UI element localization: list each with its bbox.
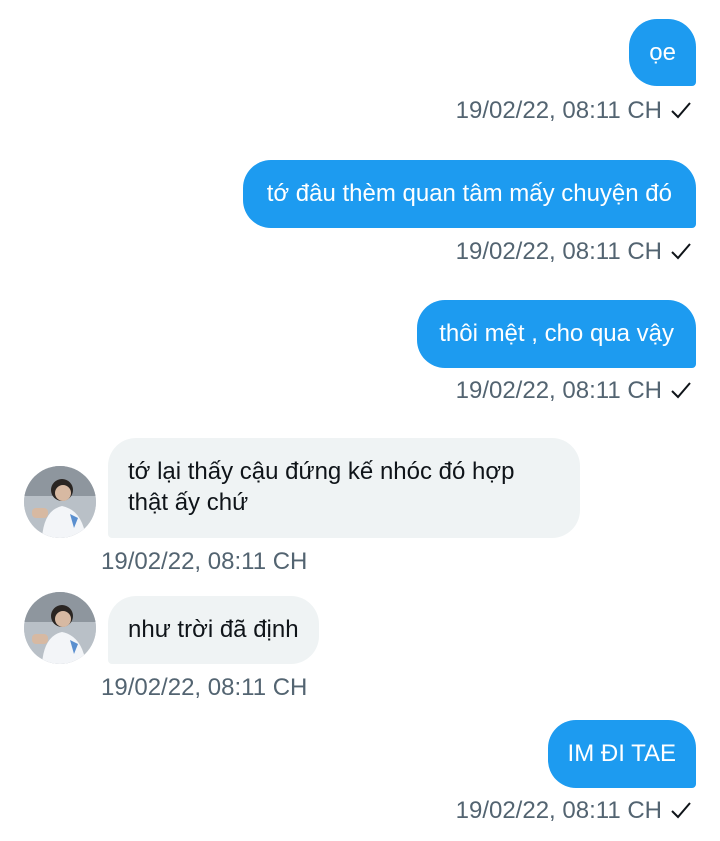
message-text: như trời đã định <box>128 616 299 643</box>
message-text: IM ĐI TAE <box>567 740 676 767</box>
message-timestamp: 19/02/22, 08:11 CH <box>455 377 662 404</box>
outgoing-message-bubble[interactable]: thôi mệt , cho qua vậy <box>417 300 696 368</box>
message-meta: 19/02/22, 08:11 CH <box>101 673 307 703</box>
check-icon <box>671 382 691 399</box>
outgoing-message-bubble[interactable]: ọe <box>629 19 696 86</box>
message-timestamp: 19/02/22, 08:11 CH <box>455 97 662 124</box>
check-icon <box>671 243 691 260</box>
message-timestamp: 19/02/22, 08:11 CH <box>101 548 308 575</box>
incoming-message-bubble[interactable]: như trời đã định <box>108 596 319 664</box>
incoming-message-bubble[interactable]: tớ lại thấy cậu đứng kế nhóc đó hợp thật… <box>108 438 580 538</box>
check-icon <box>671 102 691 119</box>
message-meta: 19/02/22, 08:11 CH <box>456 96 692 126</box>
message-text: ọe <box>649 39 676 66</box>
message-meta: 19/02/22, 08:11 CH <box>456 376 692 406</box>
message-timestamp: 19/02/22, 08:11 CH <box>455 238 662 265</box>
message-timestamp: 19/02/22, 08:11 CH <box>455 797 662 824</box>
message-meta: 19/02/22, 08:11 CH <box>456 237 692 267</box>
outgoing-message-bubble[interactable]: IM ĐI TAE <box>547 720 696 788</box>
check-icon <box>671 802 691 819</box>
message-meta: 19/02/22, 08:11 CH <box>456 796 692 826</box>
avatar-image <box>24 466 96 538</box>
avatar-image <box>24 592 96 664</box>
message-text: thôi mệt , cho qua vậy <box>439 320 674 347</box>
message-meta: 19/02/22, 08:11 CH <box>101 547 307 577</box>
message-text: tớ lại thấy cậu đứng kế nhóc đó hợp thật… <box>128 458 515 516</box>
message-timestamp: 19/02/22, 08:11 CH <box>101 674 308 701</box>
avatar[interactable] <box>24 592 96 664</box>
avatar[interactable] <box>24 466 96 538</box>
outgoing-message-bubble[interactable]: tớ đâu thèm quan tâm mấy chuyện đó <box>242 160 696 228</box>
message-text: tớ đâu thèm quan tâm mấy chuyện đó <box>266 180 672 207</box>
